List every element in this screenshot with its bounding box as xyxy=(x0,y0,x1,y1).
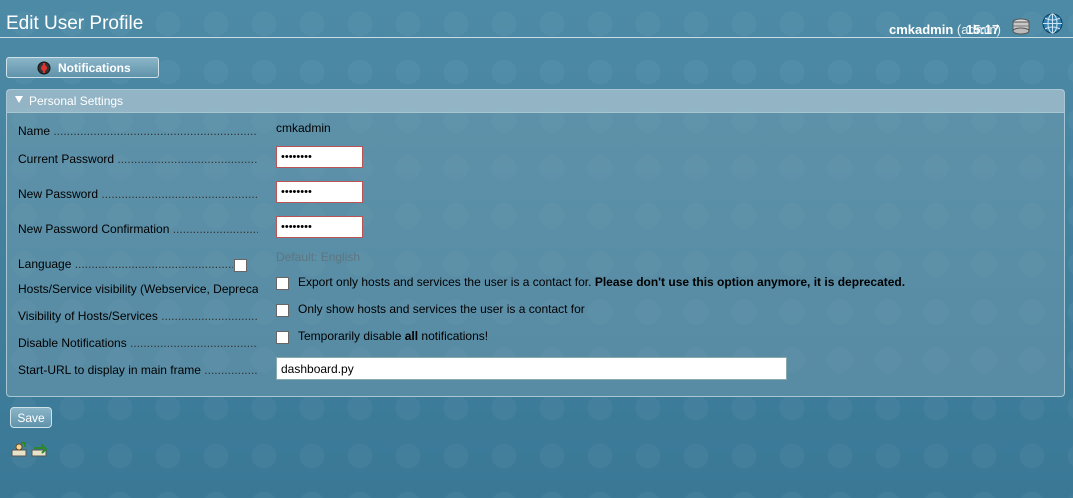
notification-icon xyxy=(37,61,51,75)
disable-notifications-label-text: Disable Notifications xyxy=(18,336,127,350)
top-bar: Edit User Profile cmkadmin (admin) 15:17 xyxy=(0,0,1073,38)
new-password-label-text: New Password xyxy=(18,187,99,201)
database-icon[interactable] xyxy=(1011,18,1031,36)
notifications-label: Notifications xyxy=(58,61,131,75)
disable-notifications-text-before: Temporarily disable xyxy=(298,329,405,343)
page-title: Edit User Profile xyxy=(6,13,144,34)
visibility-hosts-services-label-text: Visibility of Hosts/Services xyxy=(18,309,158,323)
language-label: Language ...............................… xyxy=(18,257,233,271)
disable-notifications-checkbox[interactable] xyxy=(276,331,289,344)
new-password-confirmation-field[interactable] xyxy=(276,216,363,238)
user-import-icon[interactable] xyxy=(11,441,27,457)
header-divider xyxy=(0,37,1073,38)
disable-notifications-text: Temporarily disable all notifications! xyxy=(298,329,488,343)
new-password-label: New Password ...........................… xyxy=(18,187,258,201)
disable-notifications-label: Disable Notifications ..................… xyxy=(18,336,258,350)
language-default: Default: English xyxy=(276,250,361,264)
save-button[interactable]: Save xyxy=(10,407,52,428)
notifications-button[interactable]: Notifications xyxy=(6,57,159,78)
language-custom-checkbox[interactable] xyxy=(234,259,247,272)
visibility-hosts-services-label: Visibility of Hosts/Services ...........… xyxy=(18,309,258,323)
collapse-triangle-icon xyxy=(15,96,23,103)
globe-icon[interactable] xyxy=(1042,13,1063,34)
start-url-input[interactable] xyxy=(276,357,787,380)
name-label: Name ...................................… xyxy=(18,124,257,138)
new-password-field[interactable] xyxy=(276,181,363,203)
disable-notifications-text-bold: all xyxy=(404,329,419,343)
only-show-contact-checkbox[interactable] xyxy=(276,304,289,317)
language-label-text: Language xyxy=(18,257,72,271)
start-url-label-text: Start-URL to display in main frame xyxy=(18,363,201,377)
user-sync-icon[interactable] xyxy=(31,441,47,457)
current-password-label-text: Current Password xyxy=(18,152,115,166)
name-label-text: Name xyxy=(18,124,51,138)
export-contact-only-text-main: Export only hosts and services the user … xyxy=(298,275,592,289)
start-url-label: Start-URL to display in main frame .....… xyxy=(18,363,258,377)
hosts-service-visibility-label: Hosts/Service visibility (Webservice, De… xyxy=(18,282,258,296)
deprecation-warning: Please don't use this option anymore, it… xyxy=(594,275,906,289)
new-password-confirmation-label-text: New Password Confirmation xyxy=(18,222,170,236)
section-title: Personal Settings xyxy=(29,94,124,108)
current-password-label: Current Password .......................… xyxy=(18,152,258,166)
name-value: cmkadmin xyxy=(276,121,331,135)
only-show-contact-text: Only show hosts and services the user is… xyxy=(298,302,585,316)
export-contact-only-checkbox[interactable] xyxy=(276,277,289,290)
current-password-field[interactable] xyxy=(276,146,363,168)
personal-settings-panel: Personal Settings Name .................… xyxy=(6,89,1065,397)
section-header[interactable]: Personal Settings xyxy=(7,90,1064,113)
export-contact-only-text: Export only hosts and services the user … xyxy=(298,275,905,289)
new-password-confirmation-label: New Password Confirmation ..............… xyxy=(18,222,258,236)
username[interactable]: cmkadmin xyxy=(889,22,953,37)
clock: 15:17 xyxy=(966,22,1000,37)
disable-notifications-text-after: notifications! xyxy=(418,329,489,343)
